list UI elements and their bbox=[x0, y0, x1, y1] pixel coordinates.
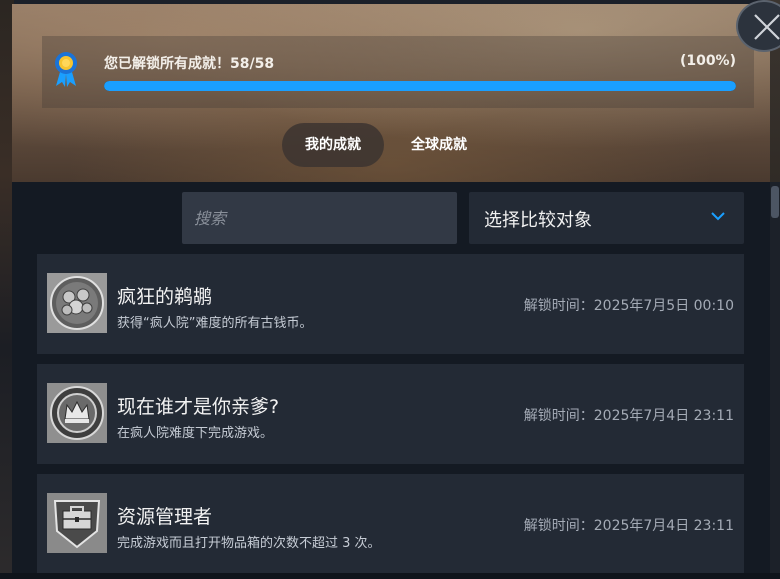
tab-my-achievements[interactable]: 我的成就 bbox=[282, 123, 384, 167]
search-input[interactable] bbox=[182, 192, 457, 244]
compare-dropdown[interactable]: 选择比较对象 bbox=[469, 192, 744, 244]
achievement-unlock-time: 解锁时间：2025年7月5日 00:10 bbox=[523, 298, 734, 314]
achievement-description: 在疯人院难度下完成游戏。 bbox=[117, 426, 274, 441]
bottom-edge bbox=[0, 573, 780, 579]
coin-pile-icon bbox=[47, 273, 107, 333]
achievement-row[interactable]: 现在谁才是你亲爹? 在疯人院难度下完成游戏。 解锁时间：2025年7月4日 23… bbox=[37, 364, 744, 464]
achievement-name: 资源管理者 bbox=[117, 506, 213, 528]
compare-dropdown-label: 选择比较对象 bbox=[484, 210, 592, 231]
achievement-unlock-time: 解锁时间：2025年7月4日 23:11 bbox=[523, 518, 734, 534]
progress-percent: (100%) bbox=[679, 53, 736, 69]
achievement-description: 完成游戏而且打开物品箱的次数不超过 3 次。 bbox=[117, 536, 381, 551]
achievement-row[interactable]: 疯狂的鹈鹕 获得“疯人院”难度的所有古钱币。 解锁时间：2025年7月5日 00… bbox=[37, 254, 744, 354]
progress-title: 您已解锁所有成就！58/58 bbox=[104, 56, 275, 72]
tab-global-achievements[interactable]: 全球成就 bbox=[396, 123, 482, 167]
toolbox-shield-icon bbox=[47, 493, 107, 553]
progress-bar-fill bbox=[104, 81, 736, 91]
achievement-name: 疯狂的鹈鹕 bbox=[117, 286, 213, 308]
tab-bar: 我的成就 全球成就 bbox=[0, 123, 758, 167]
close-icon bbox=[754, 14, 780, 40]
achievement-description: 获得“疯人院”难度的所有古钱币。 bbox=[117, 316, 313, 331]
achievement-name: 现在谁才是你亲爹? bbox=[117, 396, 280, 418]
crown-badge-icon bbox=[47, 383, 107, 443]
scrollbar-track[interactable] bbox=[770, 182, 780, 579]
achievement-row[interactable]: 资源管理者 完成游戏而且打开物品箱的次数不超过 3 次。 解锁时间：2025年7… bbox=[37, 474, 744, 574]
medal-icon bbox=[52, 48, 80, 88]
chevron-down-icon bbox=[711, 212, 725, 221]
achievement-unlock-time: 解锁时间：2025年7月4日 23:11 bbox=[523, 408, 734, 424]
progress-bar bbox=[104, 81, 736, 91]
scrollbar-thumb[interactable] bbox=[771, 186, 779, 218]
